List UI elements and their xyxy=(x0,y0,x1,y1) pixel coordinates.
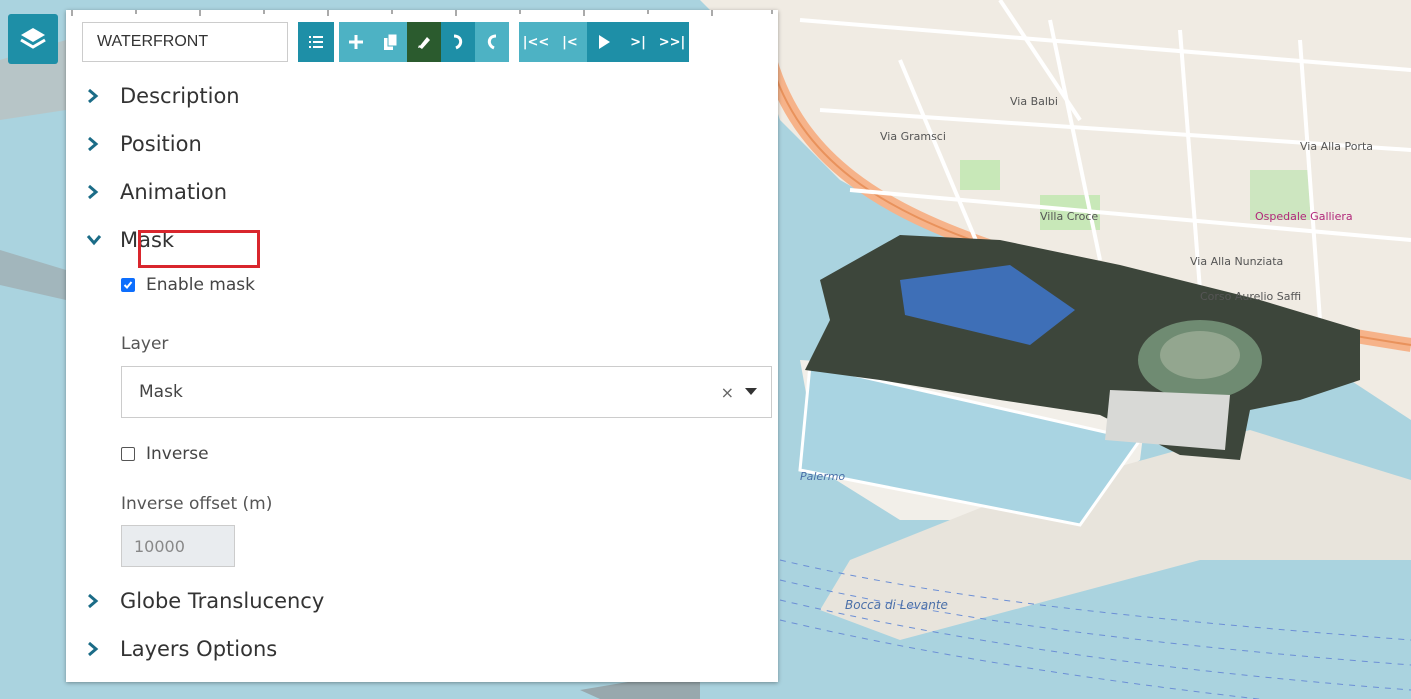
map-label: Ospedale Galliera xyxy=(1255,210,1353,223)
inverse-offset-input[interactable]: 10000 xyxy=(121,525,235,567)
map-label: Villa Croce xyxy=(1040,210,1099,223)
next-frame-button[interactable]: >| xyxy=(621,22,655,62)
chevron-right-icon xyxy=(86,625,120,673)
layer-properties-panel: WATERFRONT |<< |< >| >>| Description Pos… xyxy=(66,10,778,682)
plus-icon xyxy=(349,35,363,49)
section-label: Globe Translucency xyxy=(120,589,325,613)
undo-button[interactable] xyxy=(441,22,475,62)
panel-sections-lower: Globe Translucency Layers Options xyxy=(86,577,766,673)
mask-section-body: Enable mask Layer Mask × Inverse Inverse… xyxy=(121,268,772,567)
enable-mask-row[interactable]: Enable mask xyxy=(121,268,771,302)
prev-icon: |< xyxy=(562,34,578,50)
chevron-right-icon xyxy=(86,168,120,216)
layers-toggle-button[interactable] xyxy=(8,14,58,64)
caret-down-icon[interactable] xyxy=(745,388,757,395)
section-label: Layers Options xyxy=(120,637,278,661)
enable-mask-label: Enable mask xyxy=(146,275,255,295)
copy-button[interactable] xyxy=(373,22,407,62)
copy-icon xyxy=(384,33,398,50)
chevron-down-icon xyxy=(86,216,120,264)
map-label: Palermo xyxy=(800,470,846,483)
panel-ruler xyxy=(71,10,773,16)
pencil-icon xyxy=(418,37,430,49)
layers-icon xyxy=(20,28,46,49)
mask-layer-value: Mask xyxy=(139,382,183,402)
map-label: Bocca di Levante xyxy=(845,598,948,612)
mask-layer-select[interactable]: Mask × xyxy=(121,366,772,418)
inverse-offset-label: Inverse offset (m) xyxy=(121,494,273,514)
edit-group xyxy=(339,22,509,62)
last-icon: >>| xyxy=(658,34,686,50)
edit-button[interactable] xyxy=(407,22,441,62)
section-description[interactable]: Description xyxy=(86,72,766,120)
play-icon xyxy=(599,35,610,49)
chevron-right-icon xyxy=(86,120,120,168)
first-frame-button[interactable]: |<< xyxy=(519,22,553,62)
section-globe-translucency[interactable]: Globe Translucency xyxy=(86,577,766,625)
section-label: Position xyxy=(120,132,202,156)
add-button[interactable] xyxy=(339,22,373,62)
map-label: Via Balbi xyxy=(1010,95,1058,108)
prev-frame-button[interactable]: |< xyxy=(553,22,587,62)
inverse-label: Inverse xyxy=(146,444,209,464)
section-position[interactable]: Position xyxy=(86,120,766,168)
play-button[interactable] xyxy=(587,22,621,62)
undo-icon xyxy=(453,34,463,50)
list-button[interactable] xyxy=(298,22,334,62)
chevron-right-icon xyxy=(86,72,120,120)
map-label: Corso Aurelio Saffi xyxy=(1200,290,1302,303)
check-icon xyxy=(123,281,133,289)
layer-name-input[interactable]: WATERFRONT xyxy=(82,22,288,62)
panel-toolbar: WATERFRONT |<< |< >| >>| xyxy=(82,22,689,62)
redo-button[interactable] xyxy=(475,22,509,62)
clear-icon[interactable]: × xyxy=(721,383,734,402)
list-group xyxy=(298,22,334,62)
section-label: Animation xyxy=(120,180,228,204)
map-label: Via Gramsci xyxy=(880,130,946,143)
chevron-right-icon xyxy=(86,577,120,625)
redo-icon xyxy=(487,34,497,50)
enable-mask-checkbox[interactable] xyxy=(121,278,135,292)
playback-group: |<< |< >| >>| xyxy=(519,22,689,62)
inverse-checkbox[interactable] xyxy=(121,447,135,461)
map-label: Via Alla Nunziata xyxy=(1190,255,1284,268)
last-frame-button[interactable]: >>| xyxy=(655,22,689,62)
section-animation[interactable]: Animation xyxy=(86,168,766,216)
section-layers-options[interactable]: Layers Options xyxy=(86,625,766,673)
layer-field-label: Layer xyxy=(121,334,169,354)
first-icon: |<< xyxy=(522,34,550,50)
section-label: Description xyxy=(120,84,240,108)
inverse-row[interactable]: Inverse xyxy=(121,437,209,471)
mask-highlight-box xyxy=(138,230,260,268)
map-label: Via Alla Porta xyxy=(1300,140,1373,153)
list-icon xyxy=(309,36,323,48)
next-icon: >| xyxy=(630,34,646,50)
